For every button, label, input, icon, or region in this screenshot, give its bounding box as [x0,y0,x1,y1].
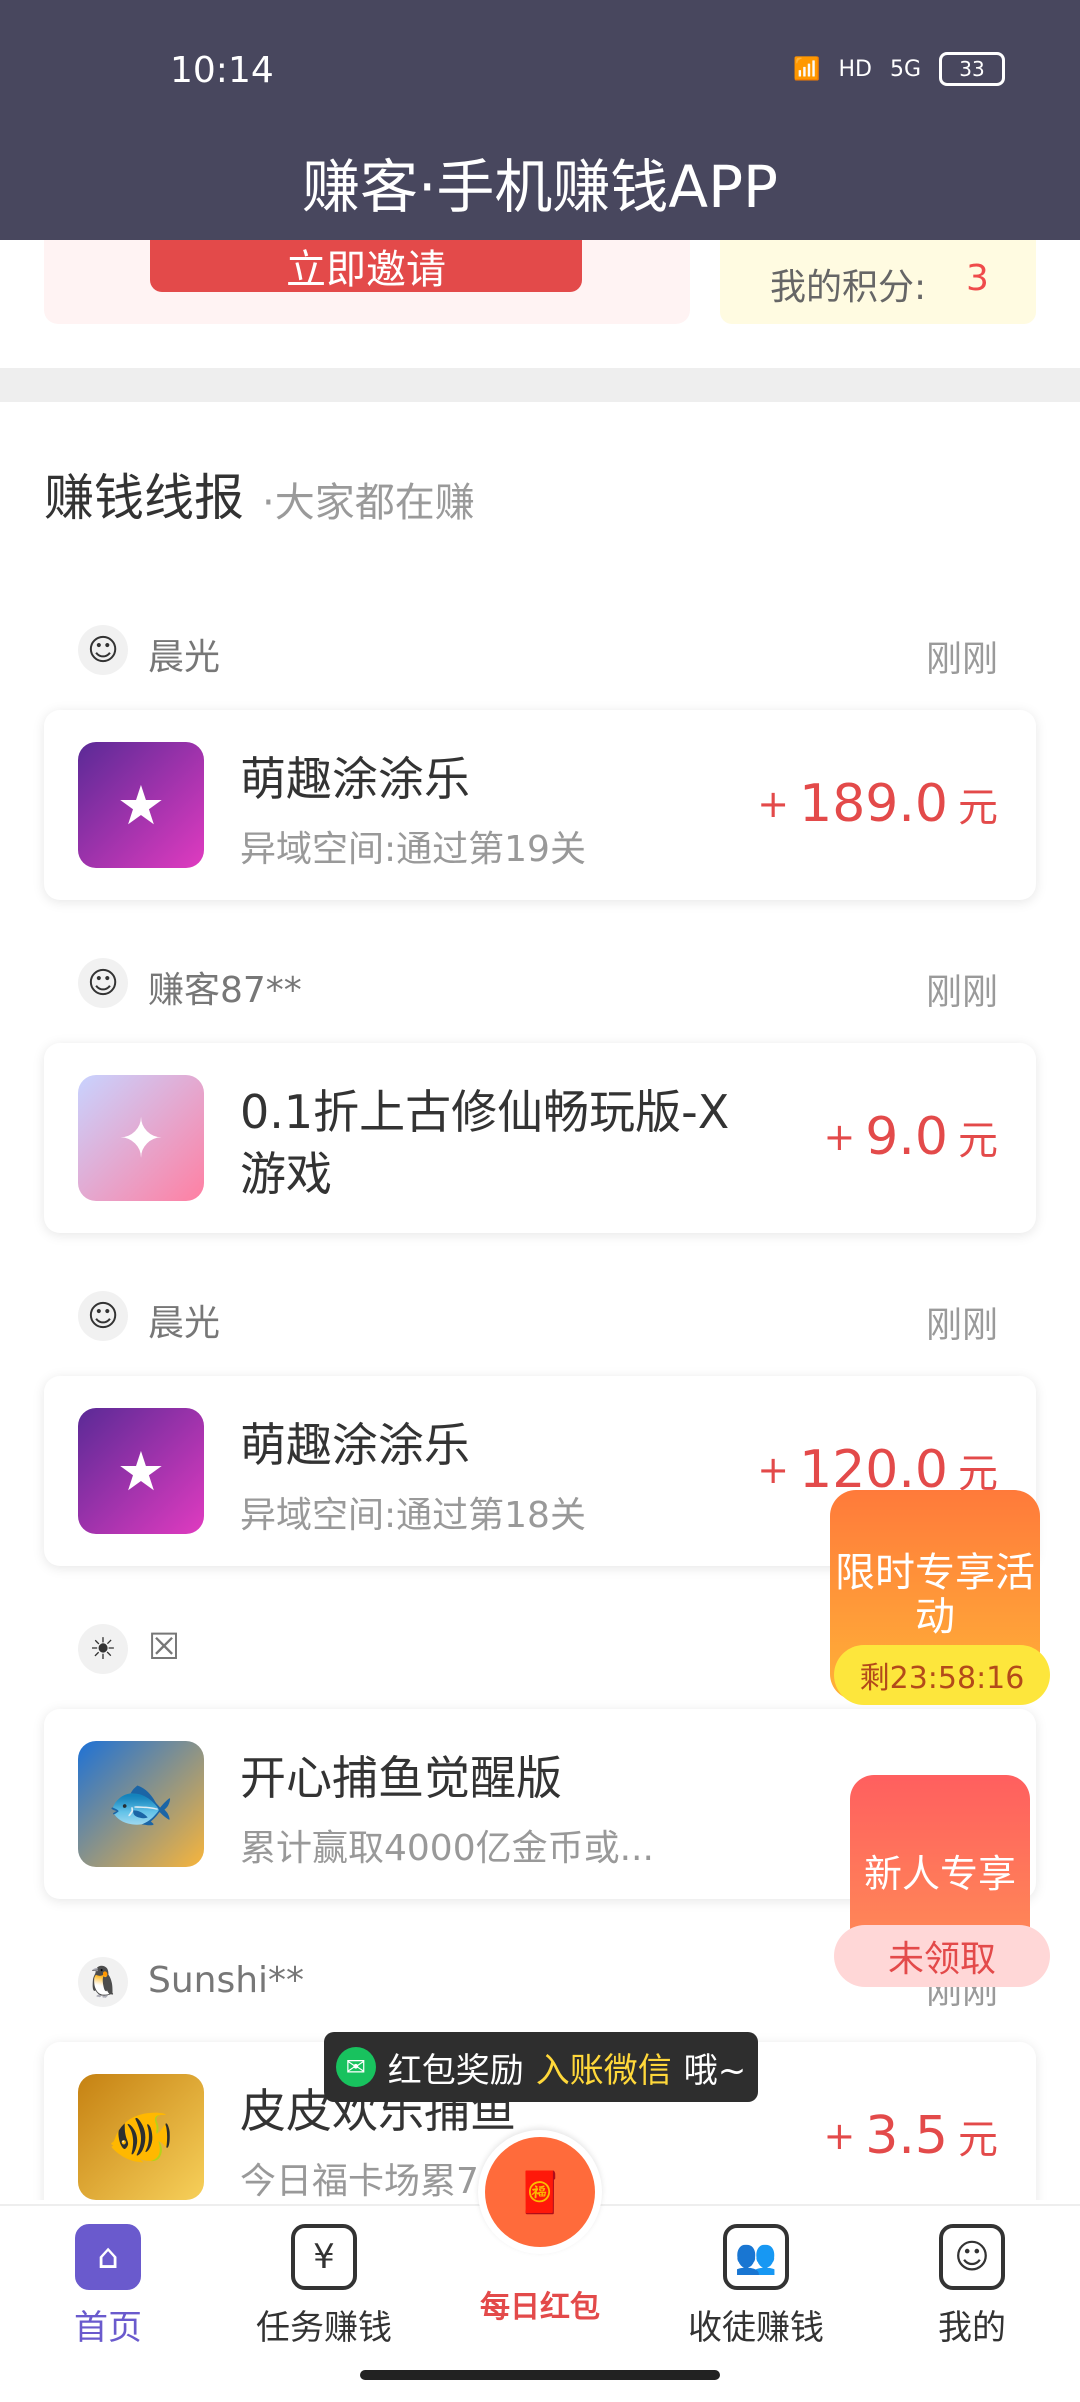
task-card[interactable]: ✦ 0.1折上古修仙畅玩版-X游戏 +9.0 元 [44,1043,1036,1233]
nav-home[interactable]: ⌂ 首页 [0,2224,216,2374]
users-icon: 👥 [723,2224,789,2290]
nav-home-label: 首页 [74,2308,142,2348]
game-description: 异域空间:通过第19关 [240,829,586,870]
status-icons: 📶 HD 5G 33 [793,52,1005,86]
home-icon: ⌂ [75,2224,141,2290]
redpacket-icon: 🧧 [485,2137,595,2247]
user-name: ☒ [148,1627,181,1668]
wechat-icon: ✉ [335,2047,376,2087]
nav-recruit[interactable]: 👥 收徒赚钱 [648,2224,864,2374]
avatar: ☺ [78,1291,128,1341]
feed-user-row: ☺ 赚客87** 刚刚 [78,953,998,1013]
game-thumbnail: ★ [78,1408,204,1534]
nav-mine-label: 我的 [938,2308,1006,2348]
points-label: 我的积分: [770,267,927,308]
yen-icon: ¥ [291,2224,357,2290]
status-time: 10:14 [170,50,274,91]
reward-toast: ✉ 红包奖励 入账微信 哦~ [324,2032,758,2102]
page-title: 赚客·手机赚钱APP [301,153,779,221]
toast-highlight: 入账微信 [535,2050,672,2091]
user-name: 晨光 [148,637,221,678]
feed-user-row: ☺ 晨光 刚刚 [78,620,998,680]
user-name: 晨光 [148,1303,221,1344]
feed-time: 刚刚 [925,639,998,680]
feed-item[interactable]: ☺ 晨光 刚刚 ★ 萌趣涂涂乐 异域空间:通过第19关 +189.0 元 [0,610,1080,943]
game-thumbnail: 🐠 [78,2074,204,2200]
game-title: 开心捕鱼觉醒版 [240,1751,562,1805]
feed-user-row: ☺ 晨光 刚刚 [78,1286,998,1346]
feed-time: 刚刚 [925,1305,998,1346]
feed-time: 刚刚 [925,972,998,1013]
battery-icon: 33 [939,52,1005,86]
nav-tasks-label: 任务赚钱 [256,2308,392,2348]
game-title: 萌趣涂涂乐 [240,752,470,806]
section-divider [0,368,1080,402]
signal-icon: 5G [889,56,921,82]
claim-status[interactable]: 未领取 [834,1925,1050,1987]
task-card[interactable]: ★ 萌趣涂涂乐 异域空间:通过第19关 +189.0 元 [44,710,1036,900]
wifi-icon: 📶 [793,56,821,82]
offer-timer: 剩23:58:16 [834,1645,1050,1705]
nav-recruit-label: 收徒赚钱 [688,2308,824,2348]
section-title: 赚钱线报 [44,469,244,527]
avatar: ☺ [78,625,128,675]
game-thumbnail: 🐟 [78,1741,204,1867]
user-name: Sunshi** [148,1960,305,2001]
points-value: 3 [966,258,989,299]
game-description: 异域空间:通过第18关 [240,1495,586,1536]
daily-redpacket-label: 每日红包 [480,2290,600,2325]
nav-mine[interactable]: ☺ 我的 [864,2224,1080,2374]
game-title: 萌趣涂涂乐 [240,1418,470,1472]
toast-suffix: 哦~ [683,2050,747,2091]
daily-redpacket-button[interactable]: 🧧 [478,2130,602,2254]
nav-tasks[interactable]: ¥ 任务赚钱 [216,2224,432,2374]
reward-amount: +9.0 元 [823,1107,998,1167]
invite-button[interactable]: 立即邀请 [150,240,582,292]
game-title: 0.1折上古修仙畅玩版-X游戏 [240,1085,730,1202]
avatar: ☺ [78,958,128,1008]
user-name: 赚客87** [148,970,302,1011]
game-thumbnail: ★ [78,742,204,868]
feed-item[interactable]: ☺ 赚客87** 刚刚 ✦ 0.1折上古修仙畅玩版-X游戏 +9.0 元 [0,943,1080,1276]
reward-amount: +3.5 元 [823,2106,998,2166]
hd-label: HD [838,56,872,82]
reward-amount: +189.0 元 [757,774,998,834]
game-thumbnail: ✦ [78,1075,204,1201]
home-indicator[interactable] [360,2370,720,2380]
avatar: ☀ [78,1624,128,1674]
user-icon: ☺ [939,2224,1005,2290]
game-description: 累计赢取4000亿金币或... [240,1828,654,1869]
avatar: 🐧 [78,1957,128,2007]
toast-text: 红包奖励 [387,2050,524,2091]
section-subtitle: ·大家都在赚 [262,480,475,526]
